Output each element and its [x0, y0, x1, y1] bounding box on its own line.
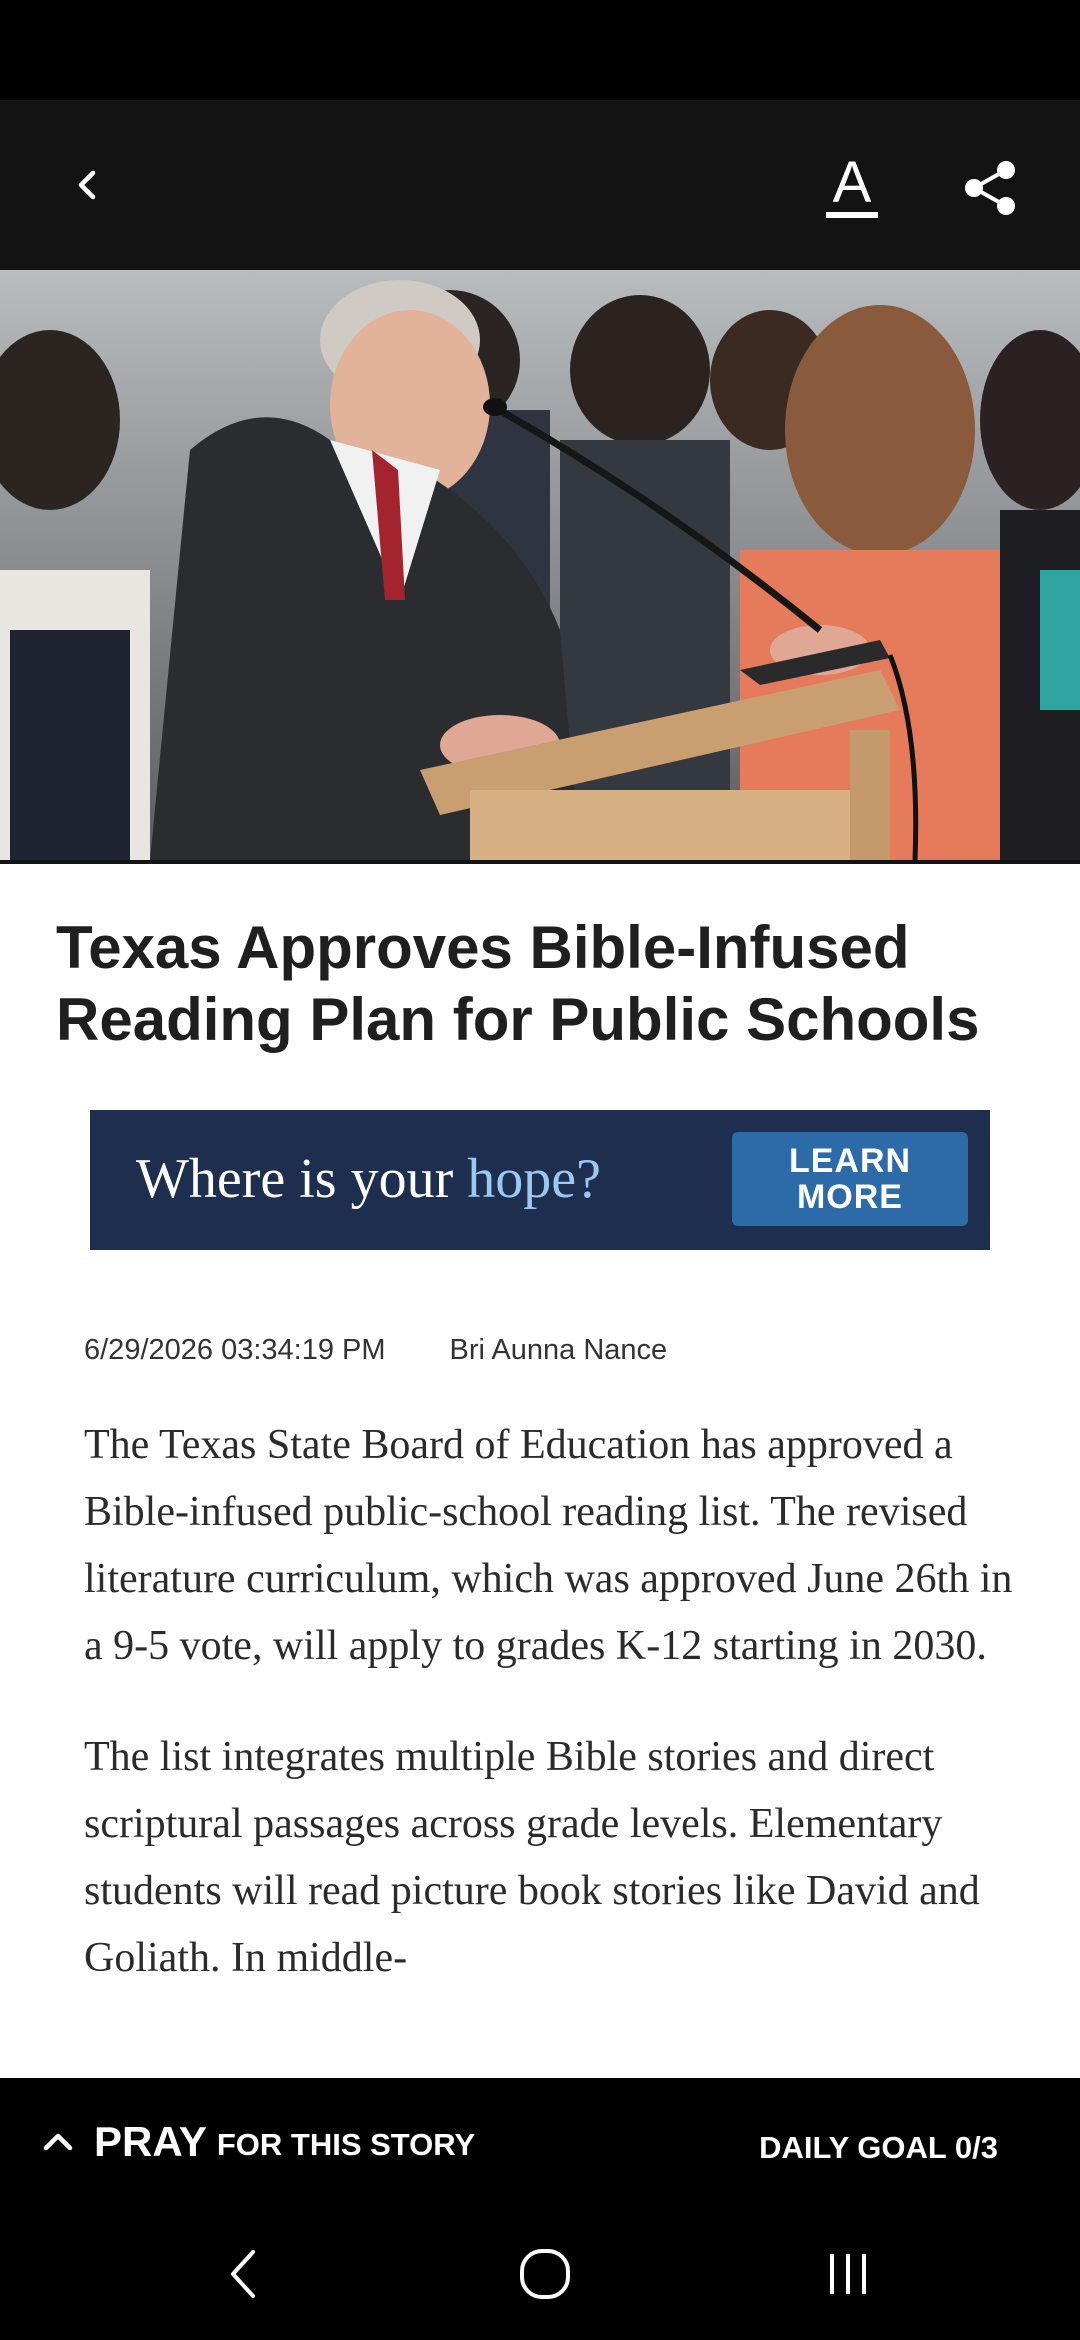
ad-text-accent: hope? — [467, 1148, 601, 1210]
ad-cta-line1: LEARN — [788, 1142, 912, 1180]
ad-text-main: Where is your — [136, 1148, 468, 1210]
nav-home-button[interactable] — [500, 2234, 590, 2314]
pray-for-story-button[interactable]: PRAY FOR THIS STORY — [40, 2112, 475, 2172]
text-size-icon: A — [826, 152, 878, 218]
daily-goal-counter: DAILY GOAL 0/3 — [759, 2130, 998, 2165]
chevron-up-icon — [43, 2133, 73, 2151]
pray-bar: PRAY FOR THIS STORY DAILY GOAL 0/3 — [0, 2078, 1080, 2204]
nav-home-icon — [520, 2249, 570, 2299]
svg-text:A: A — [833, 152, 872, 215]
article-timestamp: 6/29/2026 03:34:19 PM — [84, 1334, 386, 1366]
ad-banner[interactable]: Where is your hope? LEARN MORE — [90, 1110, 990, 1250]
chevron-left-icon — [78, 170, 96, 200]
ad-learn-more-button[interactable]: LEARN MORE — [732, 1132, 968, 1226]
pray-label-rest: FOR THIS STORY — [216, 2127, 476, 2162]
nav-recents-icon — [830, 2254, 866, 2294]
system-nav-bar — [0, 2204, 1080, 2340]
pray-label: PRAY — [94, 2118, 207, 2165]
top-app-bar: A — [0, 100, 1080, 270]
nav-back-button[interactable] — [198, 2234, 288, 2314]
article-paragraph: The list integrates multiple Bible stori… — [84, 1734, 980, 1981]
back-button[interactable] — [52, 150, 122, 220]
article-photo-illustration — [0, 270, 1080, 860]
article-author: Bri Aunna Nance — [449, 1334, 668, 1366]
article-content: Texas Approves Bible-Infused Reading Pla… — [0, 864, 1080, 2078]
ad-text: Where is your hope? — [136, 1144, 601, 1214]
share-icon — [965, 161, 1015, 215]
text-size-button[interactable]: A — [812, 148, 892, 228]
article-photo — [0, 270, 1080, 864]
article-headline: Texas Approves Bible-Infused Reading Pla… — [56, 914, 980, 1053]
article-body: The Texas State Board of Education has a… — [84, 1412, 1014, 2036]
ad-cta-line2: MORE — [796, 1178, 903, 1216]
nav-back-icon — [231, 2250, 255, 2298]
article-paragraph: The Texas State Board of Education has a… — [84, 1422, 1013, 1669]
status-bar — [0, 0, 1080, 100]
share-button[interactable] — [950, 148, 1030, 228]
article-meta: 6/29/2026 03:34:19 PM Bri Aunna Nance — [84, 1334, 667, 1367]
nav-recents-button[interactable] — [803, 2234, 893, 2314]
